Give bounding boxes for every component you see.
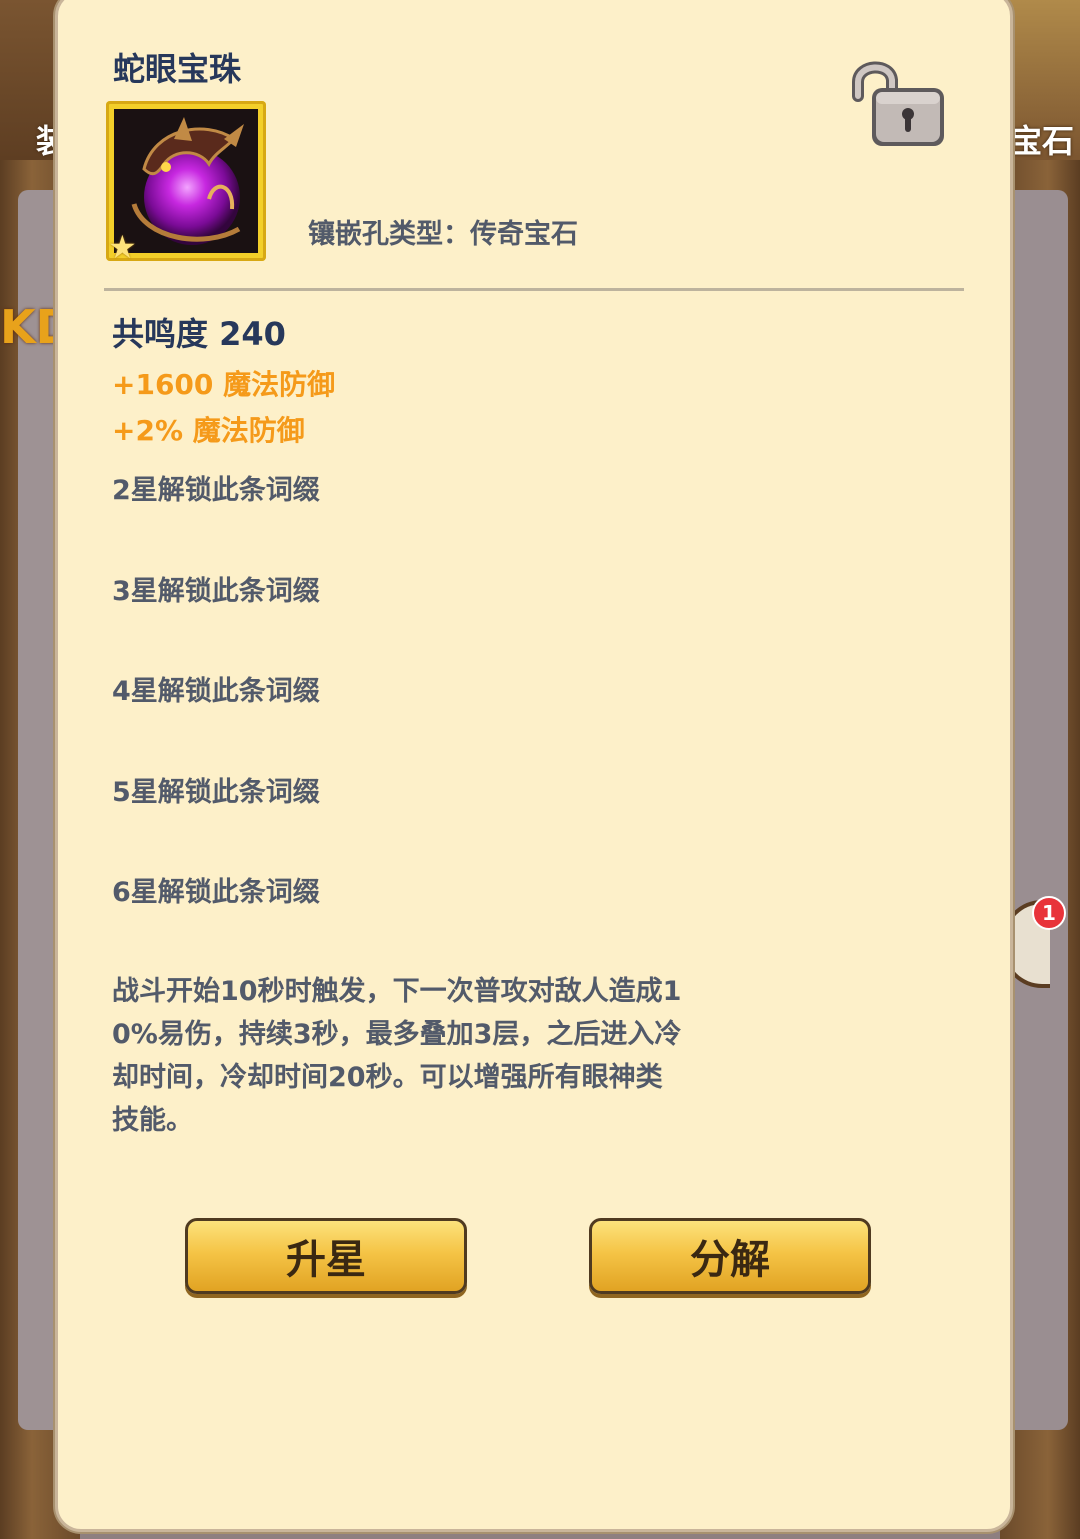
- star-icon: ★: [108, 228, 137, 266]
- locked-affix: 5星解锁此条词缀: [112, 777, 320, 808]
- background-tab-gems-label: 宝石: [1009, 122, 1074, 160]
- bonus-stat: +1600 魔法防御: [112, 368, 336, 401]
- locked-affix: 3星解锁此条词缀: [112, 576, 320, 607]
- locked-affix: 6星解锁此条词缀: [112, 877, 320, 908]
- unlocked-padlock-icon[interactable]: [848, 54, 948, 154]
- upgrade-star-button[interactable]: 升星: [185, 1218, 467, 1294]
- bonus-stat: +2% 魔法防御: [112, 414, 305, 447]
- decompose-button[interactable]: 分解: [589, 1218, 871, 1294]
- resonance-value: 共鸣度 240: [112, 315, 286, 353]
- item-name: 蛇眼宝珠: [113, 50, 242, 88]
- item-description: 战斗开始10秒时触发，下一次普攻对敌人造成1 0%易伤，持续3秒，最多叠加3层，…: [112, 976, 682, 1136]
- socket-type-label: 镶嵌孔类型：传奇宝石: [308, 219, 578, 250]
- notification-badge: 1: [1032, 896, 1066, 930]
- locked-affix: 4星解锁此条词缀: [112, 676, 320, 707]
- divider: [104, 288, 964, 291]
- locked-affix: 2星解锁此条词缀: [112, 475, 320, 506]
